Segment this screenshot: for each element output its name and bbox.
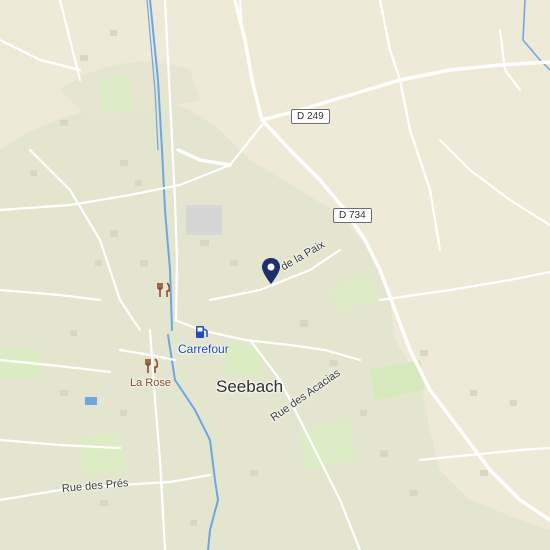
map-canvas[interactable]: D 249 D 734 de la Paix Rue des Acacias R…	[0, 0, 550, 550]
park-area	[225, 345, 260, 375]
poi-label-fuel[interactable]: Carrefour	[178, 342, 229, 356]
industrial-area	[186, 205, 222, 235]
place-label: Seebach	[216, 377, 284, 396]
restaurant-icon-glyph	[157, 282, 171, 297]
restaurant-icon-glyph	[145, 358, 159, 373]
poi-label-restaurant[interactable]: La Rose	[130, 377, 171, 389]
road-shield-d734: D 734	[333, 208, 372, 223]
park-area	[100, 75, 132, 112]
fuel-station-icon-glyph	[196, 326, 208, 338]
pond	[85, 397, 97, 405]
location-pin-icon-glyph	[262, 258, 280, 284]
road-shield-d249: D 249	[291, 109, 330, 124]
